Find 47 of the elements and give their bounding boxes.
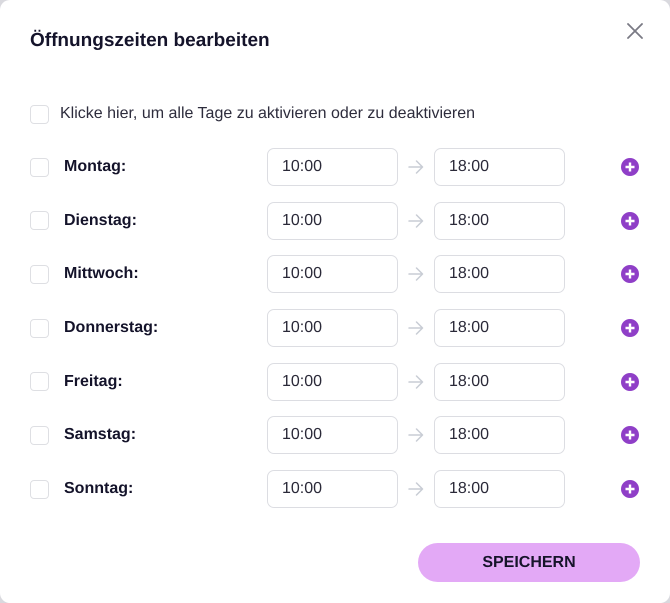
arrow-right-icon [408,214,424,228]
day-checkbox[interactable] [30,264,49,284]
end-time-field[interactable]: 18:00 [434,202,565,240]
dialog-title: Öffnungszeiten bearbeiten [30,30,270,52]
day-label: Samstag: [64,426,138,444]
add-icon[interactable] [621,426,639,444]
day-label: Donnerstag: [64,319,160,338]
start-time-field[interactable]: 10:00 [267,255,398,294]
add-icon[interactable] [621,265,639,284]
start-time-field[interactable]: 10:00 [267,470,398,508]
add-icon[interactable] [621,212,639,230]
arrow-right-icon [408,267,424,282]
day-label: Freitag: [64,372,124,391]
day-checkbox[interactable] [30,158,49,176]
select-all-checkbox[interactable] [30,104,49,124]
start-time-field[interactable]: 10:00 [267,362,398,401]
select-all-label: Klicke hier, um alle Tage zu aktivieren oder zu deaktivieren [60,104,476,124]
start-time-field[interactable]: 10:00 [267,309,398,348]
close-icon[interactable] [627,23,643,39]
day-label: Sonntag: [64,480,134,498]
day-checkbox[interactable] [30,426,49,445]
day-checkbox[interactable] [30,372,49,392]
end-time-field[interactable]: 18:00 [434,362,565,401]
end-time-field[interactable]: 18:00 [434,309,565,348]
day-label: Montag: [64,158,128,176]
arrow-right-icon [408,482,424,496]
add-icon[interactable] [621,480,639,498]
add-icon[interactable] [621,158,639,176]
day-checkbox[interactable] [30,211,49,230]
arrow-right-icon [408,374,424,389]
save-button[interactable]: SPEICHERN [418,543,640,582]
day-label: Dienstag: [64,212,138,230]
arrow-right-icon [408,428,424,442]
day-checkbox[interactable] [30,480,49,499]
arrow-right-icon [408,160,424,174]
end-time-field[interactable]: 18:00 [434,148,565,186]
start-time-field[interactable]: 10:00 [267,202,398,240]
add-icon[interactable] [621,372,639,391]
start-time-field[interactable]: 10:00 [267,148,398,186]
start-time-field[interactable]: 10:00 [267,416,398,454]
arrow-right-icon [408,321,424,336]
end-time-field[interactable]: 18:00 [434,416,565,454]
add-icon[interactable] [621,319,639,338]
end-time-field[interactable]: 18:00 [434,470,565,508]
day-checkbox[interactable] [30,318,49,338]
end-time-field[interactable]: 18:00 [434,255,565,294]
day-label: Mittwoch: [64,265,140,284]
